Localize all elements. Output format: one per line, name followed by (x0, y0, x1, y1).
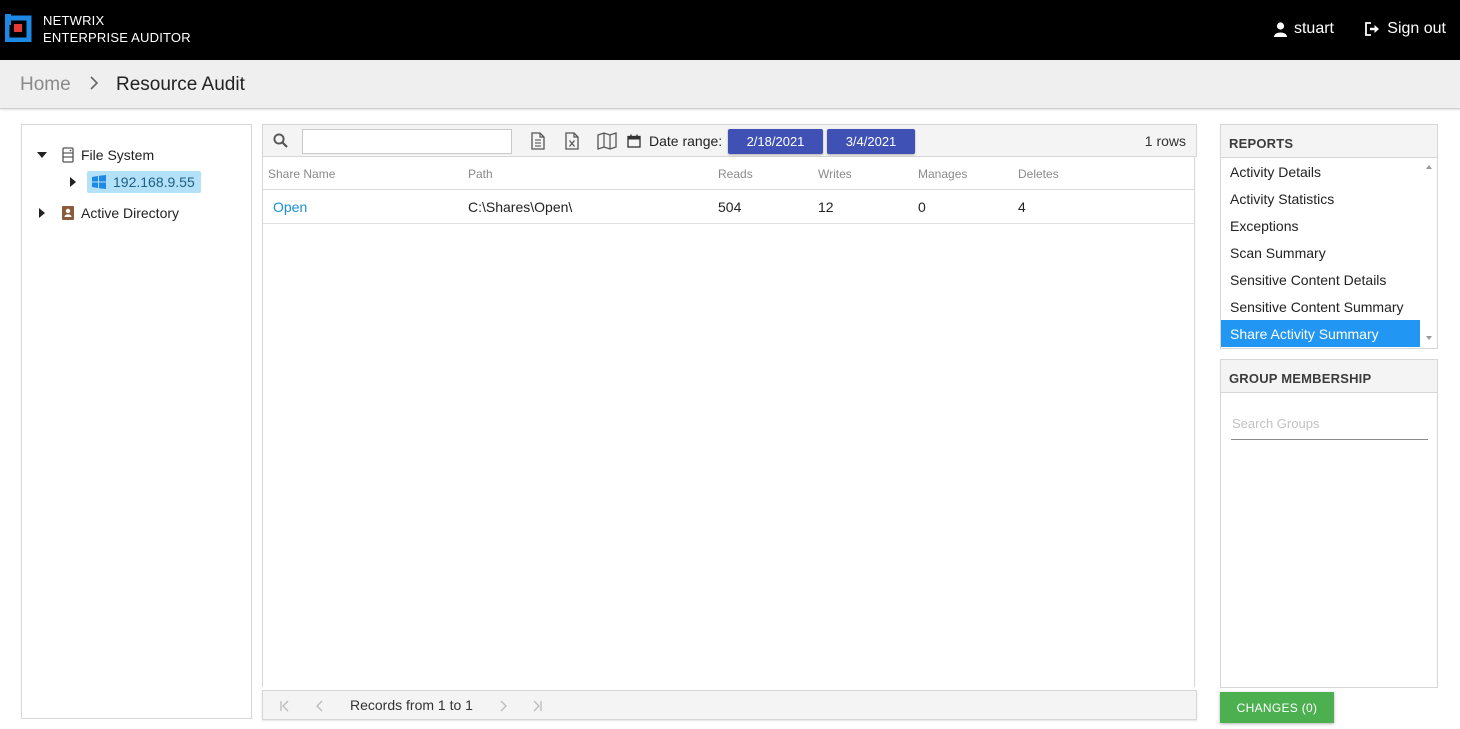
manages-cell: 0 (918, 199, 926, 215)
writes-cell: 12 (818, 199, 834, 215)
pager: Records from 1 to 1 (262, 690, 1197, 720)
report-item[interactable]: Activity Statistics (1221, 185, 1420, 212)
tree-item-active-directory[interactable]: Active Directory (36, 205, 179, 221)
report-item-selected[interactable]: Share Activity Summary (1221, 320, 1420, 347)
column-header-writes[interactable]: Writes (818, 167, 852, 181)
tree-item-file-system[interactable]: File System (36, 147, 154, 163)
sign-out-label: Sign out (1387, 20, 1446, 37)
group-membership-panel: GROUP MEMBERSHIP (1220, 359, 1438, 688)
next-page-icon[interactable] (496, 699, 510, 713)
directory-book-icon (62, 206, 74, 220)
document-icon[interactable] (529, 132, 547, 150)
grid-header: Share Name Path Reads Writes Manages Del… (263, 157, 1194, 190)
column-header-path[interactable]: Path (468, 167, 493, 181)
brand-line-1: NETWRIX (43, 13, 105, 28)
windows-icon (92, 175, 106, 189)
share-name-link[interactable]: Open (273, 199, 307, 215)
tree-item-host-selected[interactable]: 192.168.9.55 (87, 171, 201, 193)
tree-panel: File System 192.168.9.55 Active Director… (21, 124, 252, 719)
breadcrumb-current: Resource Audit (116, 74, 245, 95)
row-count: 1 rows (1144, 133, 1186, 149)
tree-item-label: File System (81, 147, 155, 163)
netwrix-logo-icon (5, 14, 32, 42)
reports-scrollbar[interactable] (1421, 158, 1437, 348)
deletes-cell: 4 (1018, 199, 1026, 215)
column-header-reads[interactable]: Reads (718, 167, 753, 181)
chevron-right-icon (90, 76, 99, 90)
group-membership-title: GROUP MEMBERSHIP (1221, 360, 1437, 393)
report-item[interactable]: Sensitive Content Details (1221, 266, 1420, 293)
user-name: stuart (1293, 20, 1334, 37)
reads-cell: 504 (718, 199, 742, 215)
column-header-share-name[interactable]: Share Name (268, 167, 335, 181)
date-range-label: Date range: (649, 133, 723, 149)
grid-toolbar: Date range: 2/18/2021 3/4/2021 1 rows (262, 124, 1197, 157)
path-cell: C:\Shares\Open\ (468, 199, 573, 215)
brand-name: NETWRIX ENTERPRISE AUDITOR (43, 12, 191, 46)
group-search-input[interactable] (1231, 408, 1428, 440)
data-grid: Share Name Path Reads Writes Manages Del… (262, 157, 1196, 720)
brand-line-2: ENTERPRISE AUDITOR (43, 30, 191, 45)
grid-search-input[interactable] (302, 129, 512, 154)
user-menu[interactable]: stuart (1273, 20, 1334, 38)
report-item[interactable]: Sensitive Content Summary (1221, 293, 1420, 320)
report-item[interactable]: Scan Summary (1221, 239, 1420, 266)
caret-down-icon[interactable] (36, 149, 48, 161)
tree-item-label: 192.168.9.55 (113, 174, 195, 190)
previous-page-icon[interactable] (313, 699, 327, 713)
column-header-manages[interactable]: Manages (918, 167, 967, 181)
grid-panel: Date range: 2/18/2021 3/4/2021 1 rows Sh… (262, 124, 1197, 720)
breadcrumb-home[interactable]: Home (20, 74, 71, 96)
first-page-icon[interactable] (278, 699, 292, 713)
report-item[interactable]: Exceptions (1221, 212, 1420, 239)
end-date-button[interactable]: 3/4/2021 (827, 129, 915, 154)
map-icon[interactable] (597, 132, 617, 150)
excel-icon[interactable] (563, 132, 581, 150)
sign-out-button[interactable]: Sign out (1365, 20, 1446, 38)
sign-out-icon (1365, 22, 1380, 36)
report-item[interactable]: Activity Details (1221, 158, 1420, 185)
last-page-icon[interactable] (530, 699, 544, 713)
search-icon[interactable] (273, 133, 288, 148)
scroll-up-icon[interactable] (1425, 163, 1433, 171)
breadcrumb: Home Resource Audit (0, 60, 1460, 109)
caret-right-icon[interactable] (36, 207, 48, 219)
scroll-down-icon[interactable] (1425, 334, 1433, 342)
table-row[interactable]: Open C:\Shares\Open\ 504 12 0 4 (263, 190, 1194, 224)
calendar-icon (627, 134, 641, 148)
start-date-button[interactable]: 2/18/2021 (728, 129, 823, 154)
server-icon (62, 147, 74, 163)
column-header-deletes[interactable]: Deletes (1018, 167, 1059, 181)
pager-status: Records from 1 to 1 (350, 697, 473, 713)
top-bar: NETWRIX ENTERPRISE AUDITOR stuart Sign o… (0, 0, 1460, 60)
reports-list: Activity Details Activity Statistics Exc… (1221, 158, 1420, 347)
tree-item-host[interactable]: 192.168.9.55 (67, 171, 201, 193)
caret-right-icon[interactable] (67, 176, 79, 188)
reports-title: REPORTS (1221, 125, 1437, 158)
user-icon (1273, 21, 1287, 37)
reports-panel: REPORTS Activity Details Activity Statis… (1220, 124, 1438, 349)
tree-item-label: Active Directory (81, 205, 180, 221)
changes-button[interactable]: CHANGES (0) (1220, 692, 1334, 723)
